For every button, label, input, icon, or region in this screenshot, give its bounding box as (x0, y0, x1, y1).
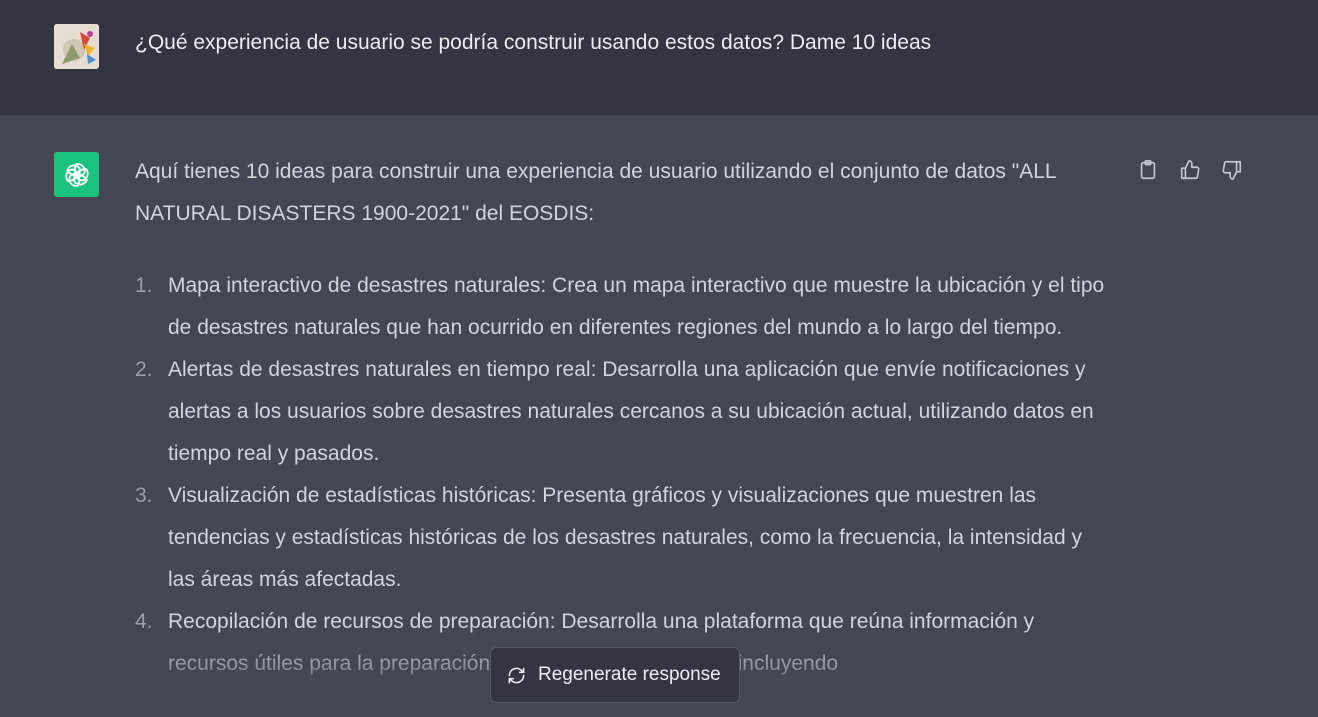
list-item-text: Mapa interactivo de desastres naturales:… (168, 274, 1105, 339)
thumbs-up-icon (1180, 160, 1200, 180)
list-item-number: 3. (135, 484, 153, 507)
list-item-number: 1. (135, 274, 153, 297)
regenerate-response-button[interactable]: Regenerate response (490, 647, 740, 703)
list-item: 2. Alertas de desastres naturales en tie… (135, 349, 1110, 475)
assistant-response: Aquí tienes 10 ideas para construir una … (135, 151, 1110, 685)
thumbs-down-button[interactable] (1217, 155, 1247, 185)
response-intro: Aquí tienes 10 ideas para construir una … (135, 160, 1056, 225)
list-item: 1. Mapa interactivo de desastres natural… (135, 265, 1110, 349)
list-item-number: 4. (135, 610, 153, 633)
refresh-icon (508, 667, 525, 683)
regenerate-label: Regenerate response (538, 664, 721, 685)
list-item-text: Visualización de estadísticas históricas… (168, 484, 1082, 591)
thumbs-down-icon (1222, 160, 1242, 180)
chatgpt-logo-icon (54, 152, 99, 197)
list-item-text: Alertas de desastres naturales en tiempo… (168, 358, 1094, 465)
copy-button[interactable] (1133, 155, 1163, 185)
user-message-text: ¿Qué experiencia de usuario se podría co… (135, 31, 932, 54)
list-item: 3. Visualización de estadísticas históri… (135, 475, 1110, 601)
thumbs-up-button[interactable] (1175, 155, 1205, 185)
message-actions (1133, 155, 1247, 185)
assistant-message-row: Aquí tienes 10 ideas para construir una … (0, 115, 1318, 717)
user-message-row: ¿Qué experiencia de usuario se podría co… (0, 0, 1318, 115)
clipboard-icon (1140, 160, 1156, 180)
ideas-list: 1. Mapa interactivo de desastres natural… (135, 265, 1110, 685)
user-avatar (54, 24, 99, 69)
list-item-number: 2. (135, 358, 153, 381)
